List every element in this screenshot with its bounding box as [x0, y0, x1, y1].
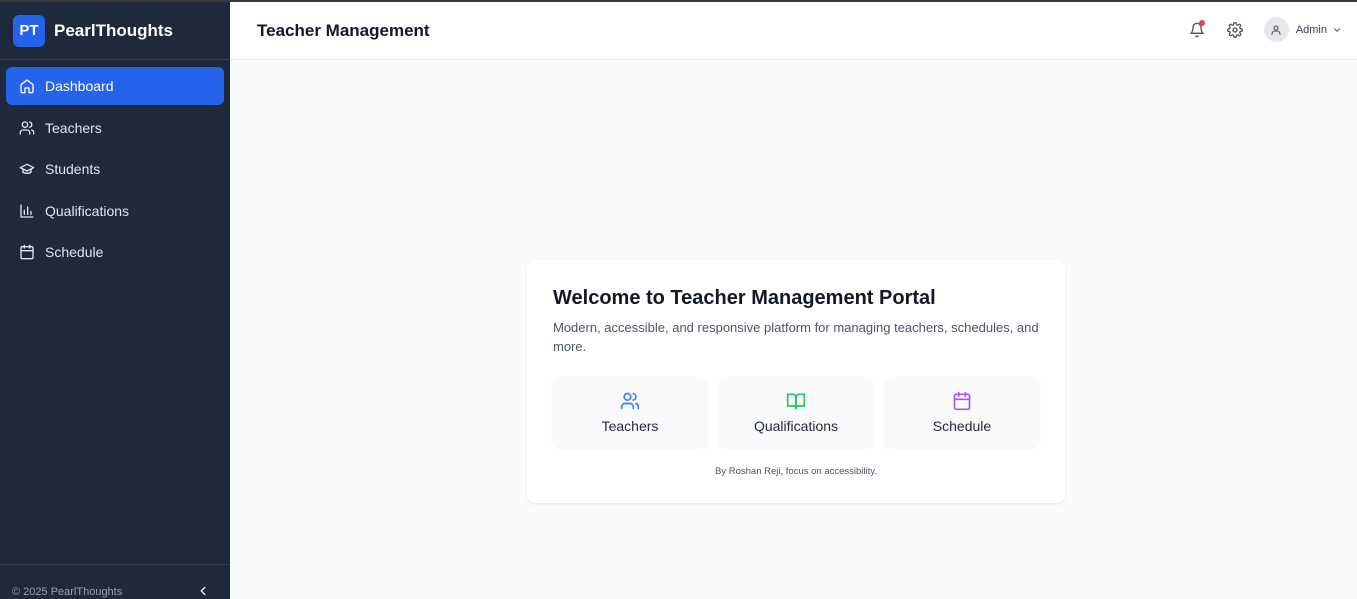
sidebar-item-students[interactable]: Students	[6, 150, 224, 188]
page-title: Teacher Management	[257, 21, 430, 40]
sidebar-item-label: Dashboard	[45, 78, 114, 94]
users-icon	[19, 120, 35, 136]
quick-link-teachers[interactable]: Teachers	[553, 377, 707, 447]
sidebar-item-label: Qualifications	[45, 202, 130, 219]
quick-link-label: Teachers	[601, 417, 659, 434]
welcome-card: Welcome to Teacher Management Portal Mod…	[527, 260, 1065, 503]
bar-chart-icon	[19, 203, 35, 219]
graduation-cap-icon	[19, 161, 35, 177]
copyright-text: © 2025 PearlThoughts	[12, 586, 123, 598]
quick-link-label: Qualifications	[753, 417, 839, 434]
calendar-icon	[19, 244, 35, 260]
quick-link-label: Schedule	[932, 417, 992, 434]
avatar	[1263, 17, 1289, 42]
quick-link-qualifications[interactable]: Qualifications	[719, 377, 873, 447]
users-icon	[620, 391, 640, 411]
quick-link-schedule[interactable]: Schedule	[885, 377, 1039, 447]
sidebar-item-schedule[interactable]: Schedule	[6, 233, 224, 271]
chevron-left-icon[interactable]	[196, 584, 210, 599]
sidebar-item-qualifications[interactable]: Qualifications	[6, 192, 224, 230]
brand-name: PearlThoughts	[54, 20, 174, 40]
header-actions: Admin	[1186, 17, 1342, 42]
sidebar-item-label: Teachers	[45, 119, 102, 136]
calendar-icon	[952, 391, 972, 411]
notifications-button[interactable]	[1186, 19, 1208, 41]
user-menu[interactable]: Admin	[1263, 17, 1342, 42]
welcome-subtitle: Modern, accessible, and responsive platf…	[553, 320, 1039, 354]
settings-button[interactable]	[1224, 19, 1246, 41]
sidebar-nav: Dashboard Teachers Students Qualificatio…	[0, 60, 230, 271]
notification-dot	[1198, 19, 1205, 26]
sidebar: PT PearlThoughts Dashboard Teachers Stud…	[0, 2, 230, 599]
brand[interactable]: PT PearlThoughts	[0, 2, 230, 60]
user-name: Admin	[1295, 23, 1327, 36]
sidebar-footer: © 2025 PearlThoughts	[0, 564, 230, 599]
top-header: Teacher Management Admin	[230, 2, 1357, 60]
sidebar-item-label: Schedule	[45, 244, 104, 260]
chevron-down-icon	[1332, 25, 1342, 35]
credit-text: By Roshan Reji, focus on accessibility.	[715, 466, 877, 477]
sidebar-item-label: Students	[45, 161, 101, 177]
quick-links: Teachers Qualifications Schedule	[553, 377, 1039, 447]
book-open-icon	[786, 391, 806, 411]
sidebar-item-dashboard[interactable]: Dashboard	[6, 67, 224, 105]
brand-logo: PT	[13, 14, 45, 47]
home-icon	[19, 78, 35, 94]
user-icon	[1270, 24, 1282, 36]
welcome-title: Welcome to Teacher Management Portal	[553, 287, 936, 309]
gear-icon	[1226, 21, 1243, 38]
sidebar-item-teachers[interactable]: Teachers	[6, 109, 224, 147]
